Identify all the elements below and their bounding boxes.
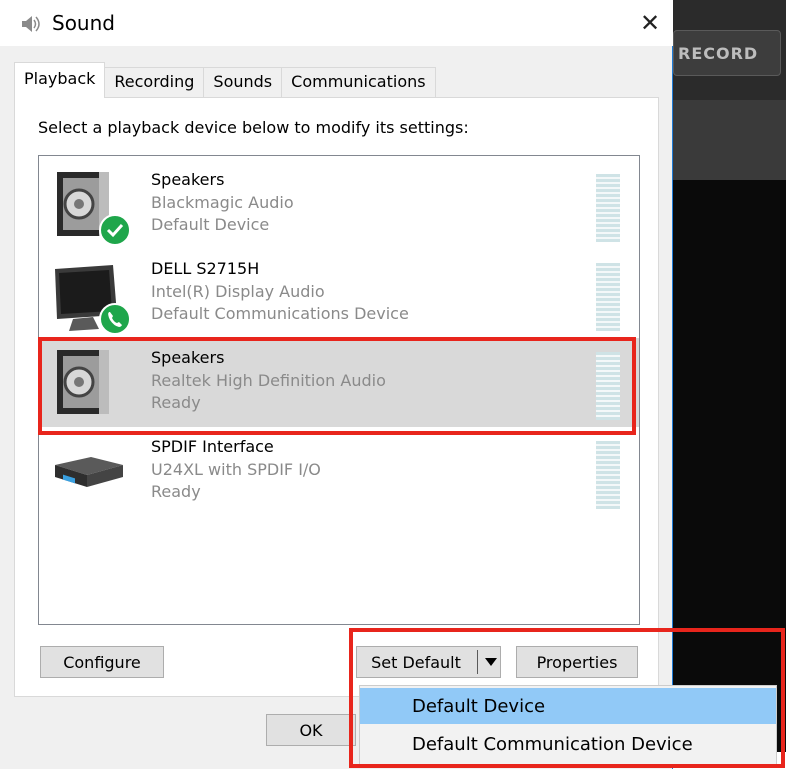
tab-strip: Playback Recording Sounds Communications <box>14 62 436 98</box>
device-driver: U24XL with SPDIF I/O <box>151 460 321 479</box>
volume-meter <box>596 174 620 242</box>
record-button[interactable]: RECORD <box>673 30 781 76</box>
tab-communications[interactable]: Communications <box>281 67 436 98</box>
instruction-text: Select a playback device below to modify… <box>38 118 469 137</box>
device-item-spdif[interactable]: SPDIF Interface U24XL with SPDIF I/O Rea… <box>39 427 639 516</box>
audio-interface-icon <box>55 457 123 487</box>
checkmark-badge-icon <box>99 214 131 246</box>
title-bar: Sound ✕ <box>0 0 673 46</box>
device-name: SPDIF Interface <box>151 437 274 456</box>
tab-recording[interactable]: Recording <box>104 67 205 98</box>
tab-playback[interactable]: Playback <box>14 62 106 98</box>
close-button[interactable]: ✕ <box>632 6 668 40</box>
device-item-speakers-blackmagic[interactable]: Speakers Blackmagic Audio Default Device <box>39 160 639 249</box>
device-status: Default Device <box>151 215 270 234</box>
speaker-icon <box>22 16 40 32</box>
window-title: Sound <box>52 11 115 35</box>
background-app-panel <box>673 100 786 180</box>
device-name: DELL S2715H <box>151 259 260 278</box>
menu-highlight <box>349 628 785 768</box>
phone-badge-icon <box>99 303 131 335</box>
volume-meter <box>596 263 620 331</box>
device-status: Ready <box>151 482 201 501</box>
device-driver: Intel(R) Display Audio <box>151 282 325 301</box>
device-item-dell-monitor[interactable]: DELL S2715H Intel(R) Display Audio Defau… <box>39 249 639 338</box>
configure-button[interactable]: Configure <box>40 646 164 678</box>
device-status: Default Communications Device <box>151 304 409 323</box>
tab-sounds[interactable]: Sounds <box>203 67 283 98</box>
volume-meter <box>596 441 620 509</box>
ok-button[interactable]: OK <box>266 714 356 746</box>
selected-device-highlight <box>38 337 636 435</box>
close-icon: ✕ <box>639 9 661 37</box>
device-name: Speakers <box>151 170 225 189</box>
device-driver: Blackmagic Audio <box>151 193 294 212</box>
